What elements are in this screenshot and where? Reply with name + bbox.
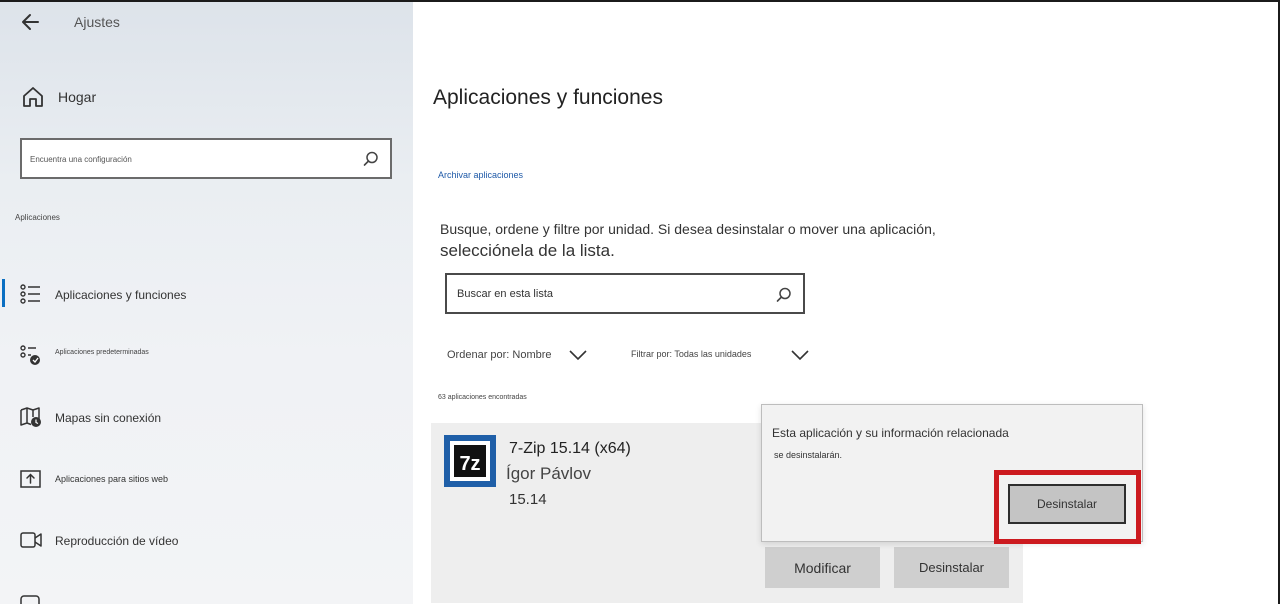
sidebar-item-label: Mapas sin conexión [55, 411, 162, 425]
offline-maps-icon [20, 407, 41, 427]
description-line: selecciónela de la lista. [440, 241, 615, 260]
video-playback-icon [20, 532, 42, 548]
app-count-label: 63 aplicaciones encontradas [438, 394, 527, 401]
flyout-message: Esta aplicación y su información relacio… [772, 426, 1009, 440]
sort-label: Ordenar por: Nombre [447, 349, 552, 361]
app-icon: 7z [444, 435, 496, 487]
sidebar-item-default-apps[interactable]: Aplicaciones predeterminadas [0, 336, 413, 372]
app-name: 7-Zip 15.14 (x64) [509, 440, 631, 457]
app-list-search-box[interactable] [445, 273, 805, 314]
uninstall-button[interactable]: Desinstalar [894, 547, 1009, 588]
sidebar-item-video-playback[interactable]: Reproducción de vídeo [0, 521, 413, 557]
active-indicator [2, 279, 5, 307]
sidebar-item-label: Reproducción de vídeo [55, 534, 179, 548]
app-publisher: Ígor Pávlov [506, 464, 592, 483]
description-line: Busque, ordene y filtre por unidad. Si d… [440, 221, 936, 237]
home-nav-item[interactable]: Hogar [18, 84, 398, 112]
settings-search-input[interactable] [30, 150, 350, 168]
filter-dropdown[interactable]: Filtrar por: Todas las unidades [631, 346, 811, 366]
settings-search-box[interactable] [20, 138, 392, 179]
sidebar-item-label: Aplicaciones para sitios web [55, 474, 169, 484]
sidebar-item-label: Aplicaciones predeterminadas [55, 349, 149, 356]
page-title: Aplicaciones y funciones [433, 86, 663, 109]
startup-icon [20, 595, 40, 604]
home-label: Hogar [58, 89, 97, 105]
chevron-down-icon [569, 350, 587, 361]
sidebar-item-apps-websites[interactable]: Aplicaciones para sitios web [0, 460, 413, 496]
app-version: 15.14 [509, 491, 547, 508]
search-icon[interactable] [775, 286, 793, 304]
flyout-message: se desinstalarán. [774, 450, 843, 460]
section-label: Aplicaciones [15, 213, 60, 222]
filter-label: Filtrar por: Todas las unidades [631, 349, 752, 359]
sidebar-item-partial[interactable] [0, 582, 413, 604]
sidebar: Ajustes Hogar Aplicaciones Aplicaciones … [0, 0, 413, 604]
sidebar-item-apps-features[interactable]: Aplicaciones y funciones [0, 275, 413, 311]
sidebar-item-label: Aplicaciones y funciones [55, 288, 187, 302]
modify-button[interactable]: Modificar [765, 547, 880, 588]
sort-dropdown[interactable]: Ordenar por: Nombre [447, 346, 597, 366]
confirm-uninstall-button[interactable]: Desinstalar [1008, 484, 1126, 524]
search-icon[interactable] [362, 150, 380, 168]
home-icon [23, 87, 43, 107]
main-content: Aplicaciones y funciones Archivar aplica… [413, 0, 1280, 604]
back-button[interactable] [18, 10, 46, 34]
sidebar-item-offline-maps[interactable]: Mapas sin conexión [0, 398, 413, 434]
seven-zip-icon: 7z [444, 435, 496, 487]
apps-list-icon [20, 284, 40, 304]
chevron-down-icon [791, 350, 809, 361]
default-apps-icon [20, 345, 40, 365]
app-icon-text: 7z [459, 453, 480, 475]
back-arrow-icon [22, 14, 39, 30]
window-title: Ajustes [74, 14, 120, 30]
page-description: Busque, ordene y filtre por unidad. Si d… [440, 218, 1040, 262]
app-list-search-input[interactable] [457, 286, 757, 302]
archive-apps-link[interactable]: Archivar aplicaciones [438, 170, 523, 180]
apps-for-websites-icon [20, 470, 41, 488]
